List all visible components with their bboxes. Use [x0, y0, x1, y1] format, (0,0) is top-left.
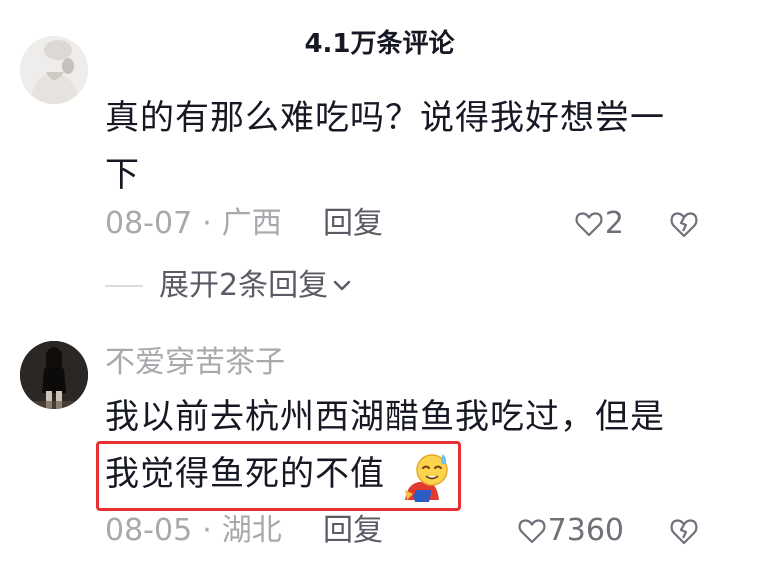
- avatar[interactable]: [20, 341, 88, 409]
- avatar-photo-icon: [20, 36, 88, 104]
- expand-replies-label: 展开2条回复: [159, 268, 329, 303]
- heart-outline-icon: [518, 519, 546, 544]
- heart-outline-icon: [575, 212, 603, 237]
- chevron-down-icon: [333, 280, 351, 291]
- like-button[interactable]: 2: [575, 201, 624, 247]
- divider: [105, 285, 143, 287]
- reply-button[interactable]: 回复: [323, 508, 383, 554]
- comment-region: 湖北: [221, 513, 282, 548]
- comment-region: 广西: [221, 206, 282, 241]
- like-count: 7360: [547, 513, 624, 548]
- comment-count-title: 4.1万条评论: [304, 29, 455, 59]
- expand-replies-button[interactable]: 展开2条回复: [105, 264, 352, 308]
- broken-heart-icon[interactable]: [669, 516, 699, 546]
- broken-heart-icon[interactable]: [669, 209, 699, 239]
- comment-text: 真的有那么难吃吗？说得我好想尝一 下: [105, 90, 705, 204]
- comment-panel: 4.1万条评论 真的有那么难吃吗？说得我好想尝一 下 08-07 · 广西 回复…: [0, 0, 759, 568]
- comment-username[interactable]: 不爱穿苦茶子: [105, 342, 285, 384]
- meta-separator: ·: [202, 513, 212, 548]
- comment-date: 08-05: [105, 513, 193, 548]
- comment-meta: 08-05 · 湖北 回复 7360: [105, 508, 699, 554]
- comment-date: 08-07: [105, 206, 193, 241]
- highlight-annotation-box: [96, 441, 461, 511]
- comment-text-line: 真的有那么难吃吗？说得我好想尝一: [105, 98, 665, 138]
- reply-button[interactable]: 回复: [323, 201, 383, 247]
- avatar[interactable]: [20, 36, 88, 104]
- avatar-photo-icon: [20, 341, 88, 409]
- comment-text-line: 下: [105, 155, 140, 195]
- comment-text-line: 我以前去杭州西湖醋鱼我吃过，但是: [105, 397, 665, 437]
- like-button[interactable]: 7360: [518, 508, 624, 554]
- like-count: 2: [604, 206, 624, 241]
- comment-meta: 08-07 · 广西 回复 2: [105, 201, 699, 247]
- meta-separator: ·: [202, 206, 212, 241]
